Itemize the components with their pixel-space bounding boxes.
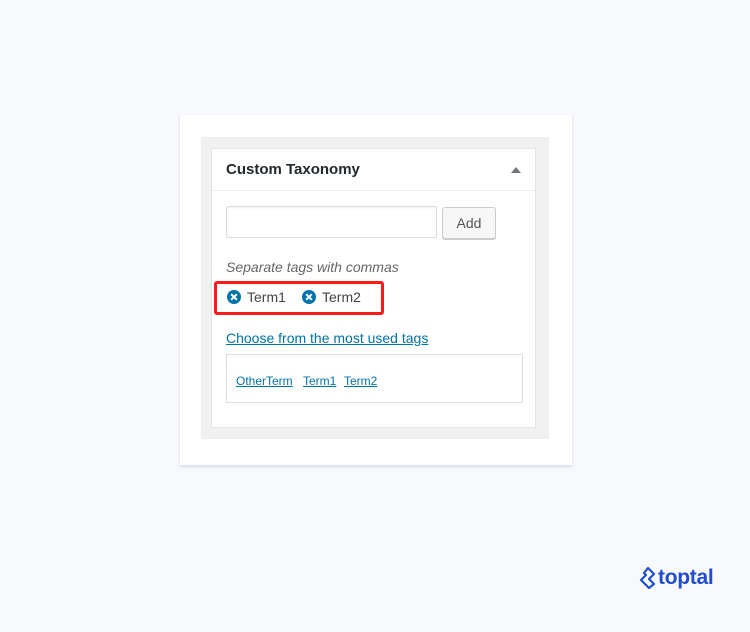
assigned-tag-term1: Term1 (227, 288, 286, 306)
metabox-header: Custom Taxonomy (212, 149, 535, 191)
remove-tag-icon[interactable] (227, 290, 241, 304)
tag-cloud-link-otherterm[interactable]: OtherTerm (236, 374, 293, 388)
separate-tags-hint: Separate tags with commas (226, 259, 399, 275)
toptal-logo-icon (639, 567, 656, 589)
remove-tag-icon[interactable] (302, 290, 316, 304)
tag-cloud-link-term2[interactable]: Term2 (344, 374, 377, 388)
toptal-logo: toptal (638, 566, 714, 590)
tag-cloud-link-term1[interactable]: Term1 (303, 374, 336, 388)
metabox-title: Custom Taxonomy (226, 161, 360, 178)
collapse-arrow-icon[interactable] (511, 167, 521, 173)
tag-cloud: OtherTerm Term1 Term2 (226, 354, 523, 403)
most-used-tags-link[interactable]: Choose from the most used tags (226, 330, 428, 346)
toptal-wordmark: toptal (658, 566, 714, 589)
assigned-tag-term2: Term2 (302, 288, 361, 306)
add-tag-button[interactable]: Add (442, 207, 496, 239)
new-tag-input[interactable] (226, 206, 437, 238)
assigned-tag-label: Term1 (247, 289, 286, 305)
assigned-tag-label: Term2 (322, 289, 361, 305)
